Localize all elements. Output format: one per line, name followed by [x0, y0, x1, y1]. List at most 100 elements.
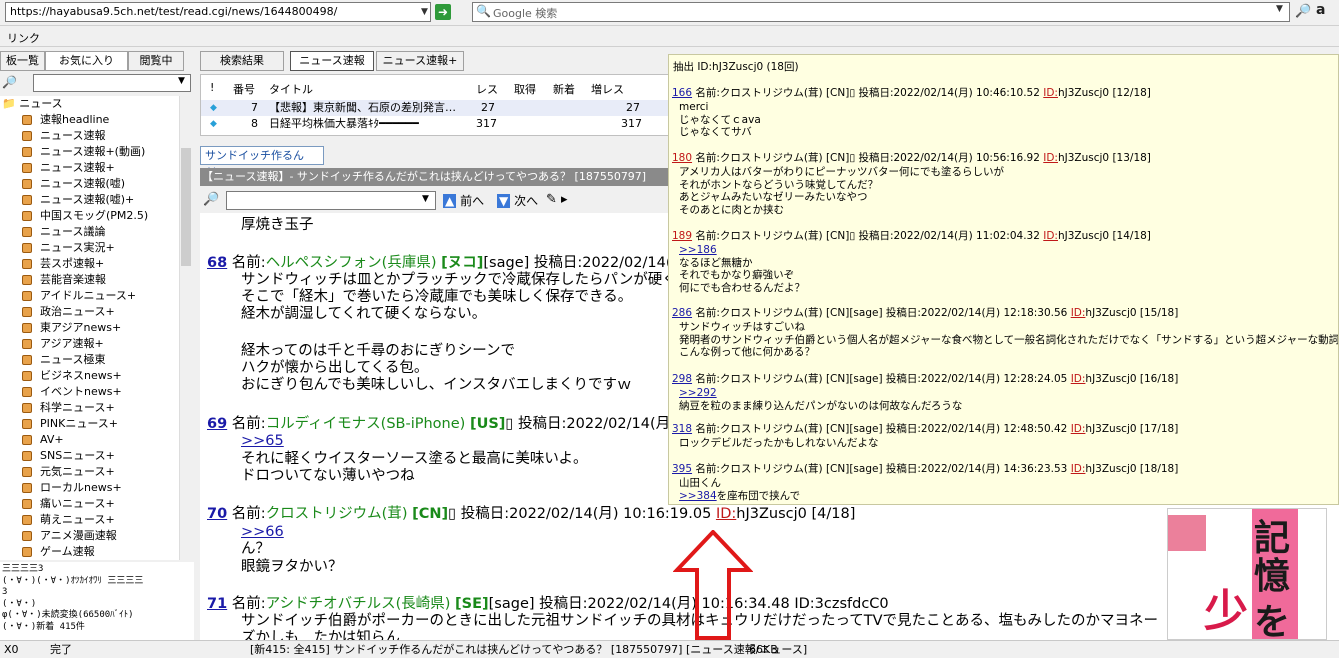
name-label: 名前:	[231, 416, 266, 432]
popup-id-link[interactable]: ID:	[1071, 373, 1086, 385]
popup-post-number[interactable]: 180	[672, 152, 692, 164]
prev-button[interactable]: ▲ 前へ	[443, 192, 484, 209]
url-input[interactable]: https://hayabusa9.5ch.net/test/read.cgi/…	[5, 2, 431, 22]
tree-board-item[interactable]: アジア速報+	[0, 336, 179, 352]
col-header-title[interactable]: タイトル	[269, 81, 313, 97]
thread-row[interactable]: ◆ 8 日経平均株価大暴落ｷﾀ━━━━━━ 317 317	[201, 116, 669, 132]
popup-post-number[interactable]: 318	[672, 423, 692, 435]
tree-board-item[interactable]: AV+	[0, 432, 179, 448]
tree-folder-news[interactable]: 📁 ニュース	[0, 96, 179, 112]
search-button[interactable]: 🔎	[1295, 4, 1311, 19]
popup-post-text: を座布団で挟んで	[716, 489, 801, 502]
tree-board-item[interactable]: 科学ニュース+	[0, 400, 179, 416]
popup-id-link[interactable]: ID:	[1043, 87, 1058, 99]
popup-post-meta: 名前:クロストリジウム(茸) [CN]▯ 投稿日:2022/02/14(月) 1…	[695, 87, 1040, 99]
tree-board-item[interactable]: 痛いニュース+	[0, 496, 179, 512]
tree-board-item[interactable]: ゲーム速報	[0, 544, 179, 560]
thread-row[interactable]: ◆ 7 【悲報】東京新聞、石原の差別発言… 27 27	[201, 100, 669, 116]
tree-board-item[interactable]: PINKニュース+	[0, 416, 179, 432]
post-line: 眼鏡ヲタかい？	[241, 559, 343, 575]
popup-post-number[interactable]: 189	[672, 230, 692, 242]
tree-board-item[interactable]: 中国スモッグ(PM2.5)	[0, 208, 179, 224]
tree-board-item[interactable]: ニュース速報+	[0, 160, 179, 176]
post-number[interactable]: 69	[207, 416, 227, 432]
tree-board-item[interactable]: ビジネスnews+	[0, 368, 179, 384]
board-search-icon[interactable]: 🔎	[2, 75, 17, 89]
popup-reply-anchor[interactable]: >>292	[679, 387, 717, 400]
tab-news-sokuho-plus[interactable]: ニュース速報+	[376, 51, 464, 71]
tree-board-item[interactable]: ニュース速報	[0, 128, 179, 144]
popup-post-number[interactable]: 166	[672, 87, 692, 99]
tab-browsing[interactable]: 閲覧中	[128, 51, 184, 71]
pen-icon[interactable]: ✎ ▸	[546, 192, 568, 207]
tree-board-item[interactable]: アイドルニュース+	[0, 288, 179, 304]
popup-post-number[interactable]: 298	[672, 373, 692, 385]
google-search-input[interactable]: Google 検索	[472, 2, 1290, 22]
popup-post-meta: 名前:クロストリジウム(茸) [CN][sage] 投稿日:2022/02/14…	[695, 463, 1068, 475]
tree-board-item[interactable]: SNSニュース+	[0, 448, 179, 464]
post-number[interactable]: 68	[207, 255, 227, 271]
col-header-number[interactable]: 番号	[233, 81, 255, 97]
url-dropdown-icon[interactable]: ▼	[418, 3, 431, 21]
popup-reply-anchor[interactable]: >>384	[679, 490, 717, 502]
board-icon	[22, 131, 32, 141]
tree-board-item[interactable]: 政治ニュース+	[0, 304, 179, 320]
col-header-increase[interactable]: 増レス	[591, 81, 624, 97]
tree-board-item[interactable]: ニュース極東	[0, 352, 179, 368]
tree-board-item[interactable]: ニュース議論	[0, 224, 179, 240]
tab-search-results[interactable]: 検索結果	[200, 51, 284, 71]
col-header-mark[interactable]: !	[210, 81, 214, 94]
tree-scrollbar-thumb[interactable]	[181, 148, 191, 266]
post-number[interactable]: 70	[207, 506, 227, 522]
search-dropdown-icon[interactable]: ▼	[1276, 4, 1283, 14]
board-search-dropdown-icon[interactable]: ▼	[178, 76, 185, 86]
tree-board-item[interactable]: ローカルnews+	[0, 480, 179, 496]
tree-board-item[interactable]: イベントnews+	[0, 384, 179, 400]
tree-board-item[interactable]: ニュース速報+(動画)	[0, 144, 179, 160]
thread-tab[interactable]: サンドイッチ作るんだ…	[200, 146, 324, 179]
image-char: を	[1254, 601, 1291, 640]
status-size: 66KB	[749, 643, 778, 656]
popup-id-link[interactable]: ID:	[1071, 463, 1086, 475]
tab-board-list[interactable]: 板一覧	[0, 51, 45, 71]
popup-post-number[interactable]: 395	[672, 463, 692, 475]
popup-id-link[interactable]: ID:	[1071, 423, 1086, 435]
tab-news-sokuho[interactable]: ニュース速報	[290, 51, 374, 71]
col-header-res[interactable]: レス	[476, 81, 498, 97]
amazon-icon[interactable]: a	[1316, 2, 1325, 18]
tree-board-item[interactable]: 芸能音楽速報	[0, 272, 179, 288]
tree-board-item[interactable]: アニメ漫画速報	[0, 528, 179, 544]
tree-board-item[interactable]: ニュース速報(嘘)	[0, 176, 179, 192]
col-header-fetched[interactable]: 取得	[514, 81, 536, 97]
popup-post-number[interactable]: 286	[672, 307, 692, 319]
tree-board-item[interactable]: 芸スポ速報+	[0, 256, 179, 272]
popup-reply-anchor[interactable]: >>186	[679, 244, 717, 257]
reply-anchor-link[interactable]: >>66	[241, 524, 284, 541]
popup-id-link[interactable]: ID:	[1043, 152, 1058, 164]
tree-board-item[interactable]: 元気ニュース+	[0, 464, 179, 480]
popup-id-link[interactable]: ID:	[1071, 307, 1086, 319]
thread-search-dropdown-icon[interactable]: ▼	[422, 194, 429, 204]
id-link[interactable]: ID:	[716, 506, 736, 522]
tree-board-item[interactable]: ニュース実況+	[0, 240, 179, 256]
popup-id-value: hJ3Zuscj0 [13/18]	[1057, 152, 1151, 164]
tree-board-item[interactable]: 萌えニュース+	[0, 512, 179, 528]
popup-post-line: 山田くん	[679, 477, 721, 489]
thread-search-icon[interactable]: 🔎	[203, 192, 219, 207]
tree-board-label: ニュース速報(嘘)+	[40, 193, 135, 206]
reply-anchor-link[interactable]: >>65	[241, 433, 284, 450]
next-button[interactable]: ▼ 次へ	[497, 192, 538, 209]
tree-board-item[interactable]: 東アジアnews+	[0, 320, 179, 336]
post-number[interactable]: 71	[207, 596, 227, 612]
board-search-input[interactable]	[33, 74, 191, 92]
tree-board-item[interactable]: 速報headline	[0, 112, 179, 128]
thread-search-input[interactable]	[226, 191, 436, 210]
popup-id-link[interactable]: ID:	[1043, 230, 1058, 242]
go-button[interactable]: ➜	[435, 4, 451, 20]
board-icon	[22, 147, 32, 157]
col-header-new[interactable]: 新着	[553, 81, 575, 97]
thread-increase: 27	[626, 101, 640, 114]
prev-label: 前へ	[460, 194, 485, 208]
tree-board-item[interactable]: ニュース速報(嘘)+	[0, 192, 179, 208]
tab-favorites[interactable]: お気に入り	[45, 51, 128, 71]
